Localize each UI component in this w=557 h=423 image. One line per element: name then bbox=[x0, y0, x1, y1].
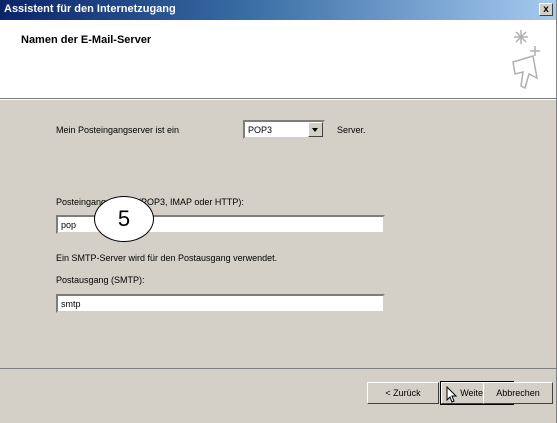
incoming-type-label: Mein Posteingangserver ist ein bbox=[56, 125, 180, 135]
back-button[interactable]: < Zurück bbox=[367, 382, 439, 404]
chevron-down-icon[interactable] bbox=[308, 122, 323, 137]
incoming-type-value: POP3 bbox=[248, 125, 273, 135]
wizard-sparkle-icon bbox=[512, 30, 540, 90]
wizard-header: Namen der E-Mail-Server bbox=[0, 20, 556, 99]
window-title: Assistent für den Internetzugang bbox=[4, 3, 176, 15]
cancel-button[interactable]: Abbrechen bbox=[483, 382, 553, 404]
outgoing-server-label: Postausgang (SMTP): bbox=[56, 275, 145, 285]
incoming-type-suffix: Server. bbox=[337, 125, 366, 135]
wizard-window: Assistent für den Internetzugang x Namen… bbox=[0, 0, 557, 423]
incoming-server-label: Posteingangsserver (POP3, IMAP oder HTTP… bbox=[56, 197, 244, 207]
smtp-note: Ein SMTP-Server wird für den Postausgang… bbox=[56, 253, 278, 263]
step-number-badge: 5 bbox=[94, 196, 154, 242]
header-divider bbox=[0, 99, 556, 100]
close-button[interactable]: x bbox=[539, 3, 553, 16]
outgoing-server-input[interactable]: smtp bbox=[56, 294, 385, 313]
outgoing-server-value: smtp bbox=[61, 299, 81, 309]
footer-divider bbox=[0, 368, 556, 369]
incoming-server-value: pop bbox=[61, 220, 77, 230]
incoming-type-select[interactable]: POP3 bbox=[243, 120, 325, 139]
title-bar: Assistent für den Internetzugang x bbox=[0, 0, 556, 20]
page-title: Namen der E-Mail-Server bbox=[21, 34, 152, 46]
mouse-cursor-icon bbox=[446, 386, 458, 403]
